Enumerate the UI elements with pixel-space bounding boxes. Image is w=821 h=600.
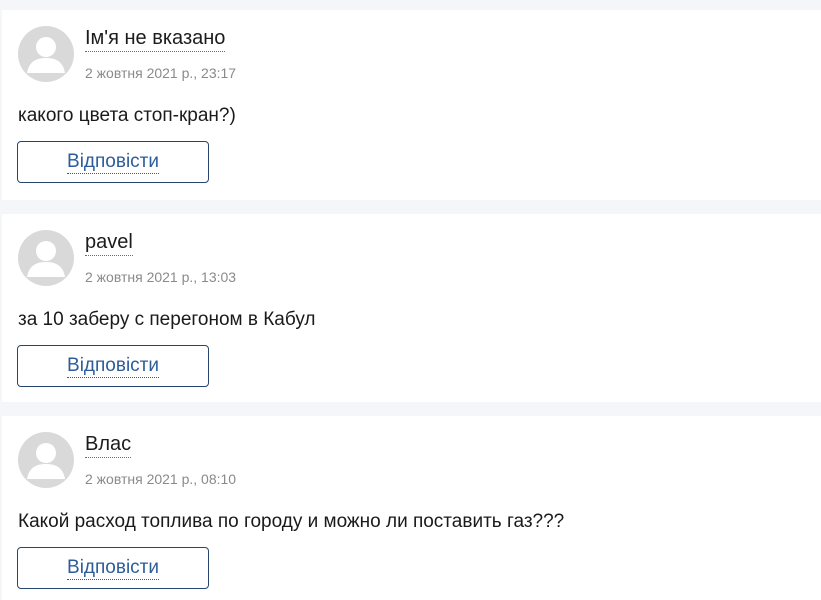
comment-card: pavel 2 жовтня 2021 р., 13:03 за 10 забе… — [2, 214, 821, 402]
reply-button-label: Відповісти — [67, 354, 159, 378]
comment-card: Влас 2 жовтня 2021 р., 08:10 Какой расхо… — [2, 416, 821, 600]
comment-date: 2 жовтня 2021 р., 08:10 — [85, 471, 237, 487]
user-avatar-icon — [18, 26, 74, 82]
comment-text: какого цвета стоп-кран?) — [18, 105, 236, 126]
reply-button-label: Відповісти — [67, 556, 159, 580]
comment-text: за 10 заберу с перегоном в Кабул — [18, 309, 316, 330]
user-avatar-icon — [18, 230, 74, 286]
reply-button[interactable]: Відповісти — [17, 345, 209, 387]
comment-author[interactable]: pavel — [85, 230, 133, 256]
reply-button-label: Відповісти — [67, 150, 159, 174]
comment-date: 2 жовтня 2021 р., 23:17 — [85, 65, 237, 81]
comments-list: Ім'я не вказано 2 жовтня 2021 р., 23:17 … — [0, 0, 821, 600]
comment-author[interactable]: Влас — [85, 432, 132, 458]
comment-author[interactable]: Ім'я не вказано — [85, 26, 226, 52]
reply-button[interactable]: Відповісти — [17, 547, 209, 589]
reply-button[interactable]: Відповісти — [17, 141, 209, 183]
comment-date: 2 жовтня 2021 р., 13:03 — [85, 269, 237, 285]
comment-text: Какой расход топлива по городу и можно л… — [18, 511, 565, 532]
comment-card: Ім'я не вказано 2 жовтня 2021 р., 23:17 … — [2, 10, 821, 200]
user-avatar-icon — [18, 432, 74, 488]
